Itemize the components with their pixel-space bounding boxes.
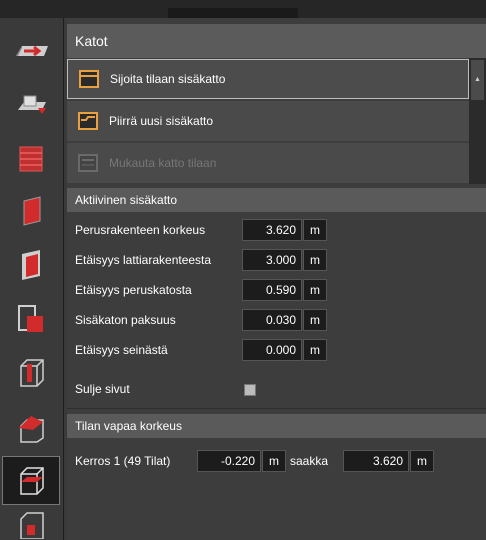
ceilings-panel: Katot Sijoita tilaan sisäkatto Piirrä uu… [67,18,486,540]
room-icon [18,304,43,332]
ceiling-place-icon [78,70,100,88]
field-label: Sisäkaton paksuus [75,313,176,327]
field-row-floor-distance: Etäisyys lattiarakenteesta 3.000 m [67,249,486,273]
tool-roof-button[interactable] [2,402,60,451]
field-label: Etäisyys lattiarakenteesta [75,253,212,267]
unit-label: m [303,279,327,301]
tool-door-button[interactable] [2,240,60,289]
tool-column-button[interactable] [2,348,60,397]
tool-floor-button[interactable] [2,508,60,540]
tool-object-button[interactable] [2,78,60,127]
object-place-icon [18,95,46,114]
floor-distance-input[interactable]: 3.000 [242,249,302,271]
ceiling-draw-icon [77,112,99,130]
field-row-base-height: Perusrakenteen korkeus 3.620 m [67,219,486,243]
menu-item-label: Sijoita tilaan sisäkatto [110,72,226,86]
tool-ceiling-button[interactable] [2,456,60,505]
floor-plan-icon [16,45,48,56]
unit-label: m [303,309,327,331]
floor-icon [20,512,44,539]
section-divider [67,408,486,409]
scroll-up-icon[interactable]: ▲ [474,76,481,83]
tool-wall-button[interactable] [2,133,60,182]
floor-label: Kerros 1 (49 Tilat) [75,454,171,468]
tool-window-button[interactable] [2,187,60,236]
ceiling-menu: Sijoita tilaan sisäkatto Piirrä uusi sis… [67,58,469,184]
wall-layers-icon [19,146,43,171]
free-height-from-input[interactable]: -0.220 [197,450,261,472]
menu-scrollbar[interactable]: ▲ [469,58,486,184]
close-sides-checkbox[interactable] [244,384,256,396]
field-label: Etäisyys seinästä [75,343,168,357]
roof-icon [19,415,44,443]
wall-distance-input[interactable]: 0.000 [242,339,302,361]
free-height-header: Tilan vapaa korkeus [67,414,486,438]
column-icon [20,358,44,387]
free-height-to-input[interactable]: 3.620 [343,450,409,472]
unit-label: m [410,450,434,472]
tool-sidebar [0,18,64,540]
field-label: Perusrakenteen korkeus [75,223,206,237]
close-sides-label: Sulje sivut [75,382,130,396]
unit-label: m [303,249,327,271]
ceiling-adjust-icon [77,154,99,172]
free-height-row: Kerros 1 (49 Tilat) -0.220 m saakka 3.62… [67,450,486,474]
menu-item-label: Mukauta katto tilaan [109,156,217,170]
field-row-base-ceiling-distance: Etäisyys peruskatosta 0.590 m [67,279,486,303]
base-ceiling-distance-input[interactable]: 0.590 [242,279,302,301]
base-height-input[interactable]: 3.620 [242,219,302,241]
menu-item-label: Piirrä uusi sisäkatto [109,114,214,128]
unit-label: m [262,450,286,472]
top-tab[interactable] [168,8,298,18]
window-icon [23,195,41,226]
field-row-wall-distance: Etäisyys seinästä 0.000 m [67,339,486,363]
tool-floor-plan-button[interactable] [2,22,60,71]
field-row-thickness: Sisäkaton paksuus 0.030 m [67,309,486,333]
menu-item-place-ceiling[interactable]: Sijoita tilaan sisäkatto [67,59,469,99]
thickness-input[interactable]: 0.030 [242,309,302,331]
ceiling-icon [20,466,44,495]
door-icon [22,249,40,280]
active-ceiling-header: Aktiivinen sisäkatto [67,188,486,212]
menu-item-adjust-ceiling: Mukauta katto tilaan [67,143,469,183]
panel-title: Katot [67,24,486,58]
menu-item-draw-ceiling[interactable]: Piirrä uusi sisäkatto [67,101,469,141]
close-sides-row: Sulje sivut [67,378,486,402]
unit-label: m [303,339,327,361]
to-label: saakka [290,454,329,468]
top-strip [0,0,486,18]
field-label: Etäisyys peruskatosta [75,283,192,297]
tool-room-button[interactable] [2,294,60,343]
unit-label: m [303,219,327,241]
